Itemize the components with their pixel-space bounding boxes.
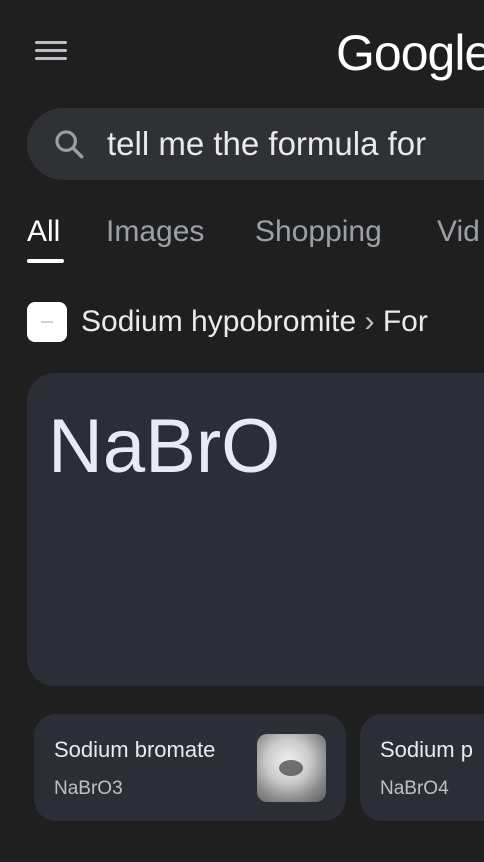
tab-videos[interactable]: Vid — [437, 215, 480, 249]
related-compound-formula: NaBrO4 — [380, 778, 449, 799]
related-compound-name: Sodium bromate — [54, 737, 216, 762]
tab-images[interactable]: Images — [106, 215, 204, 249]
chemical-formula: NaBrO — [48, 404, 281, 489]
search-input[interactable]: tell me the formula for — [107, 125, 426, 163]
tab-all[interactable]: All — [27, 215, 60, 249]
source-favicon-icon — [27, 302, 67, 342]
search-tabs: All Images Shopping Vid — [0, 210, 484, 270]
compound-thumbnail-image — [257, 734, 326, 802]
related-compound-card[interactable]: Sodium bromate NaBrO3 — [34, 714, 346, 821]
hamburger-menu-icon[interactable] — [35, 39, 67, 63]
search-bar[interactable]: tell me the formula for — [27, 108, 484, 180]
active-tab-indicator — [27, 259, 64, 263]
related-compound-card[interactable]: Sodium p NaBrO4 — [360, 714, 484, 821]
source-section: For — [382, 305, 428, 338]
related-compound-name: Sodium p — [380, 737, 473, 762]
answer-card: NaBrO — [27, 373, 484, 686]
search-results-page: Google tell me the formula for All Image… — [0, 0, 484, 862]
source-title: Sodium hypobromite — [81, 305, 357, 338]
google-logo[interactable]: Google — [336, 24, 484, 82]
related-compound-formula: NaBrO3 — [54, 778, 123, 799]
source-label: Sodium hypobromite › For — [81, 305, 428, 339]
search-icon — [55, 130, 84, 159]
tab-shopping[interactable]: Shopping — [255, 215, 382, 249]
breadcrumb-separator: › — [364, 305, 375, 338]
